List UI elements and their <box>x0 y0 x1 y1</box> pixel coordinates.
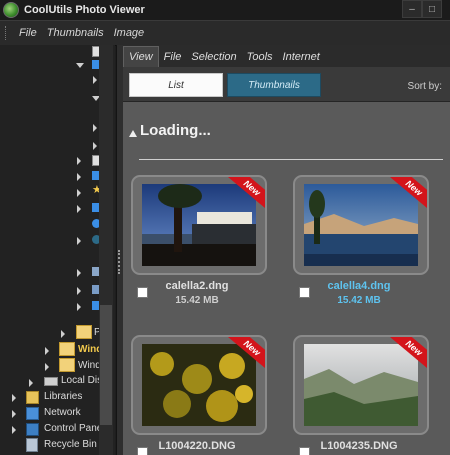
expand-arrow-icon[interactable] <box>61 330 65 338</box>
local-disk-icon <box>44 377 58 386</box>
photo-calella4 <box>304 184 418 266</box>
menu-grip-icon <box>5 26 9 40</box>
ribbon-tabs: View File Selection Tools Internet <box>123 45 450 67</box>
expand-arrow-icon[interactable] <box>77 173 81 181</box>
thumbnail-card[interactable]: New <box>131 335 267 435</box>
expand-arrow-icon[interactable] <box>45 347 49 355</box>
thumbnail-card[interactable]: New <box>293 335 429 435</box>
tree-item-network[interactable]: Network <box>44 407 81 418</box>
expand-arrow-icon[interactable] <box>77 237 81 245</box>
expand-arrow-icon[interactable] <box>29 379 33 387</box>
expand-arrow-icon[interactable] <box>77 205 81 213</box>
window-title: CoolUtils Photo Viewer <box>24 4 145 16</box>
expand-arrow-icon[interactable] <box>45 363 49 371</box>
expand-arrow-icon[interactable] <box>77 157 81 165</box>
libraries-icon <box>26 391 39 404</box>
file-size: 15.42 MB <box>337 295 381 306</box>
photo-L1004220 <box>142 344 256 426</box>
tab-view[interactable]: View <box>123 46 159 67</box>
view-toolbar: List Thumbnails Sort by: <box>123 67 450 102</box>
thumbnails-view-button[interactable]: Thumbnails <box>227 73 321 97</box>
expand-arrow-icon[interactable] <box>12 426 16 434</box>
recycle-bin-icon <box>26 438 38 452</box>
expand-arrow-icon[interactable] <box>77 189 81 197</box>
collapse-triangle-icon[interactable] <box>129 130 137 137</box>
photo-calella2 <box>142 184 256 266</box>
file-name[interactable]: calella2.dng <box>131 280 263 292</box>
expand-arrow-icon[interactable] <box>12 394 16 402</box>
menu-thumbnails[interactable]: Thumbnails <box>47 27 104 39</box>
maximize-button[interactable]: □ <box>422 0 442 18</box>
splitter-grip-icon[interactable] <box>118 250 122 274</box>
app-logo-icon <box>3 2 19 18</box>
tab-internet[interactable]: Internet <box>278 47 325 67</box>
divider <box>139 159 443 160</box>
tab-selection[interactable]: Selection <box>186 47 241 67</box>
tree-scrollbar-thumb[interactable] <box>100 305 112 425</box>
loading-heading: Loading... <box>140 122 211 139</box>
menu-file[interactable]: File <box>19 27 37 39</box>
main-panel: View File Selection Tools Internet List … <box>123 45 450 455</box>
file-size: 15.42 MB <box>175 295 219 306</box>
expand-arrow-icon[interactable] <box>93 124 97 132</box>
file-name[interactable]: calella4.dng <box>293 280 425 292</box>
file-name[interactable]: L1004220.DNG <box>131 440 263 452</box>
photo-L1004235 <box>304 344 418 426</box>
list-view-button[interactable]: List <box>129 73 223 97</box>
thumbnail-card[interactable]: New <box>131 175 267 275</box>
tree-item-recycle-bin[interactable]: Recycle Bin <box>44 439 97 450</box>
expand-arrow-icon[interactable] <box>12 410 16 418</box>
folder-icon <box>59 342 75 356</box>
tab-tools[interactable]: Tools <box>242 47 278 67</box>
expand-arrow-icon[interactable] <box>77 303 81 311</box>
menu-bar: File Thumbnails Image <box>0 20 450 46</box>
folder-tree[interactable]: ★ P Wind Wind Local Dis Libraries Networ… <box>0 45 115 455</box>
folder-icon <box>59 358 75 372</box>
tree-item-libraries[interactable]: Libraries <box>44 391 82 402</box>
thumbnail-card[interactable]: New <box>293 175 429 275</box>
expand-arrow-icon[interactable] <box>77 269 81 277</box>
thumbnail-area: Loading... New calella2.dng 15.42 MB New… <box>123 102 450 455</box>
tab-file[interactable]: File <box>159 47 187 67</box>
tree-item-control-panel[interactable]: Control Pane <box>44 423 102 434</box>
tree-item-wind[interactable]: Wind <box>78 360 101 371</box>
menu-image[interactable]: Image <box>114 27 145 39</box>
title-bar: CoolUtils Photo Viewer – □ <box>0 0 450 20</box>
tree-item-local-disk[interactable]: Local Dis <box>61 375 102 386</box>
expand-arrow-icon[interactable] <box>93 76 97 84</box>
minimize-button[interactable]: – <box>402 0 422 18</box>
file-name[interactable]: L1004235.DNG <box>293 440 425 452</box>
control-panel-icon <box>26 423 39 436</box>
network-icon <box>26 407 39 420</box>
expand-arrow-icon[interactable] <box>77 287 81 295</box>
folder-icon <box>76 325 92 339</box>
collapse-arrow-icon[interactable] <box>76 63 84 68</box>
sort-by-label[interactable]: Sort by: <box>408 81 442 92</box>
expand-arrow-icon[interactable] <box>93 142 97 150</box>
